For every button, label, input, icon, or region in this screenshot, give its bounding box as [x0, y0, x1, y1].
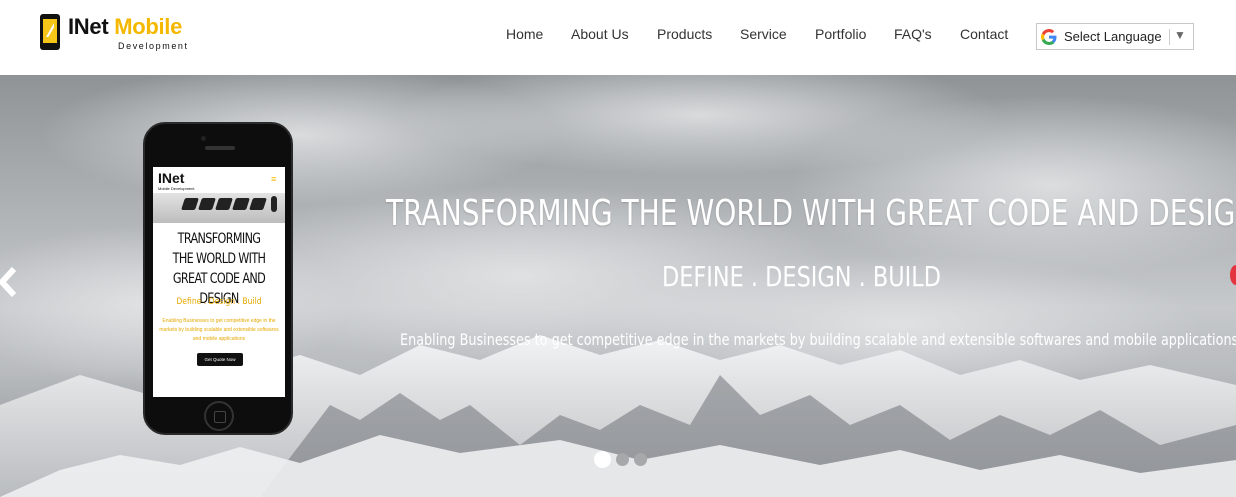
logo-title-part2: Mobile	[114, 14, 183, 39]
logo-subtitle: Development	[118, 41, 189, 51]
nav-item-about-us[interactable]: About Us	[571, 26, 629, 42]
phone-screen-logo-subtitle: Mobile Development	[158, 186, 195, 191]
nav-item-portfolio[interactable]: Portfolio	[815, 26, 866, 42]
phone-home-button	[204, 401, 234, 431]
logo-title: INet Mobile	[68, 14, 182, 40]
language-select-divider	[1169, 29, 1170, 45]
nav-item-contact[interactable]: Contact	[960, 26, 1008, 42]
language-select[interactable]: Select Language ▼	[1036, 23, 1194, 50]
hero-description: Enabling Businesses to get competitive e…	[400, 330, 1236, 349]
nav-item-service[interactable]: Service	[740, 26, 787, 42]
phone-screen: INet Mobile Development ≡ TRANSFORMING T…	[153, 167, 285, 397]
phone-speaker	[205, 146, 235, 150]
nav-item-products[interactable]: Products	[657, 26, 712, 42]
phone-logo-icon	[40, 14, 60, 50]
language-select-label: Select Language	[1064, 29, 1162, 44]
hero-subtitle: DEFINE . DESIGN . BUILD	[662, 260, 941, 293]
phone-screen-logo: INet	[158, 170, 185, 186]
site-logo[interactable]: INet Mobile Development	[40, 13, 200, 53]
slider-dot-2[interactable]	[616, 453, 629, 466]
phone-screen-description: Enabling Businesses to get competitive e…	[159, 318, 279, 342]
hero-title: TRANSFORMING THE WORLD WITH GREAT CODE A…	[386, 193, 1236, 234]
phone-mockup-image: INet Mobile Development ≡ TRANSFORMING T…	[143, 122, 293, 435]
slider-prev-arrow-icon[interactable]	[0, 265, 20, 299]
phone-screen-tagline: Define . Design . Build	[176, 297, 262, 307]
phone-screen-quote-button: Get Quote Now	[197, 353, 243, 366]
slider-dot-1[interactable]	[594, 451, 611, 468]
hero-slider: INet Mobile Development ≡ TRANSFORMING T…	[0, 75, 1236, 497]
site-header: INet Mobile Development Home About Us Pr…	[0, 0, 1236, 75]
phone-camera	[201, 136, 206, 141]
slider-dot-3[interactable]	[634, 453, 647, 466]
slider-next-arrow-icon[interactable]	[1230, 265, 1236, 285]
logo-title-part1: INet	[68, 14, 109, 39]
hamburger-menu-icon: ≡	[271, 174, 277, 184]
nav-item-faqs[interactable]: FAQ's	[894, 26, 932, 42]
dropdown-arrow-icon: ▼	[1174, 28, 1186, 42]
google-g-icon	[1041, 29, 1057, 45]
nav-item-home[interactable]: Home	[506, 26, 543, 42]
keyboard-image	[153, 193, 285, 223]
